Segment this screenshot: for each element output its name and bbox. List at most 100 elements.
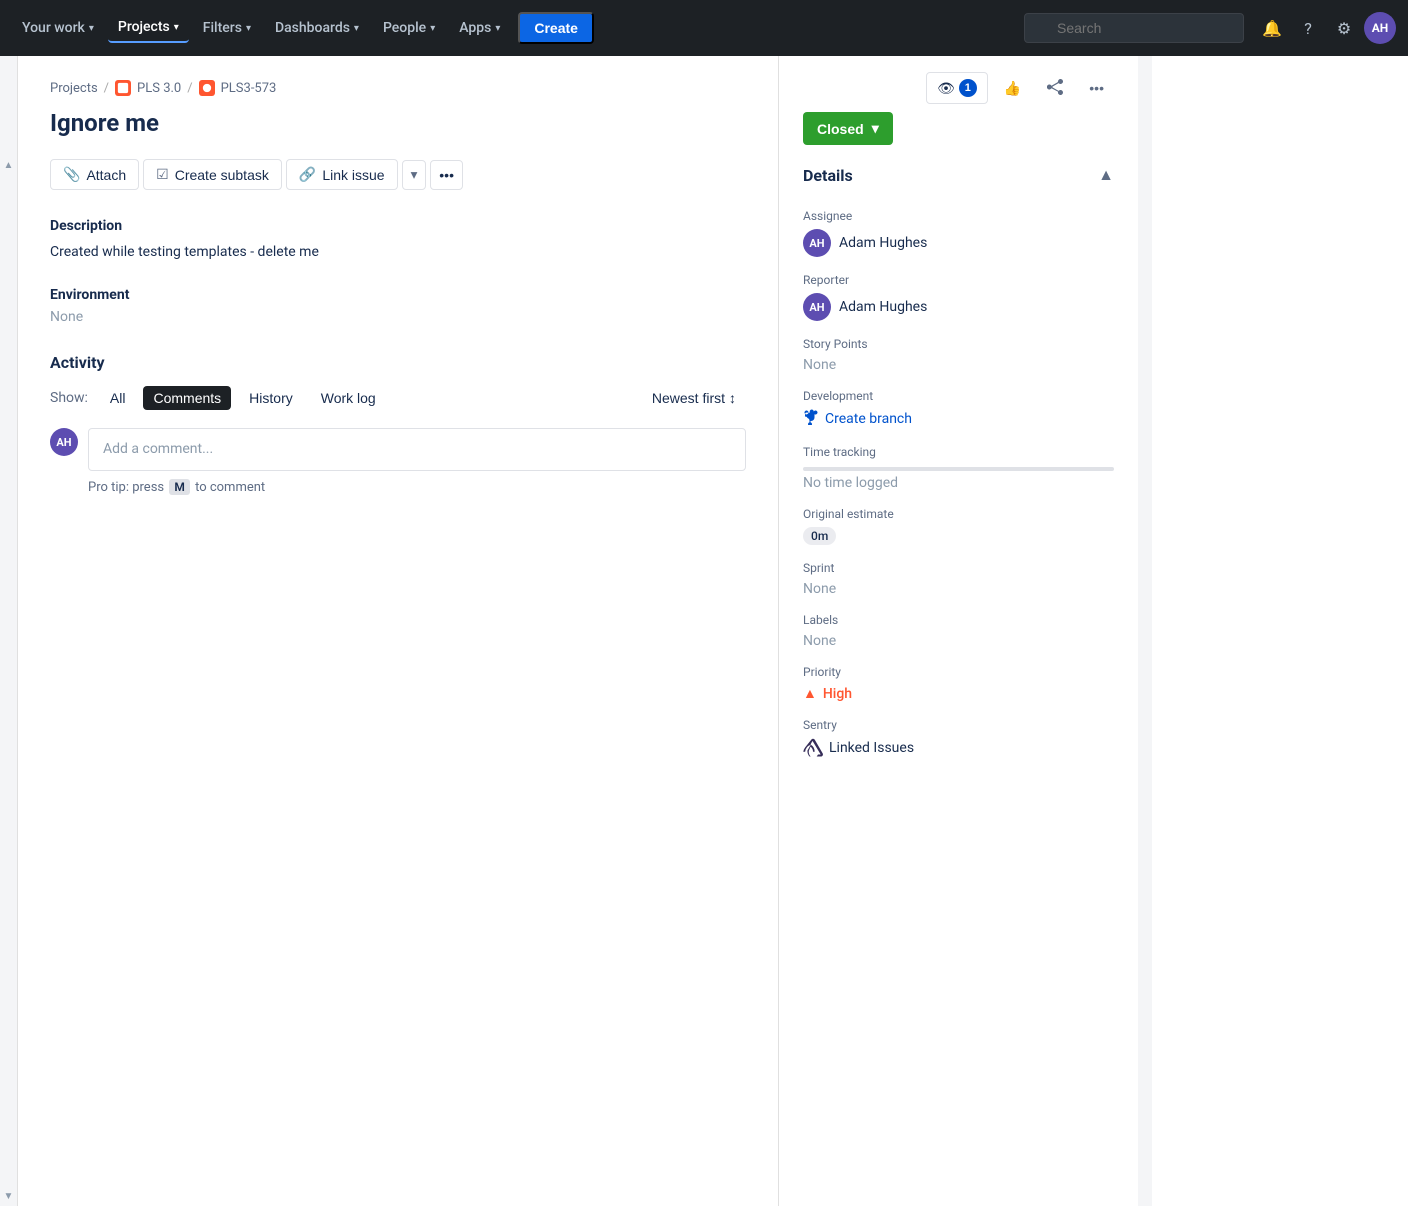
- assignee-name: Adam Hughes: [839, 235, 927, 251]
- story-points-label: Story Points: [803, 337, 1114, 351]
- create-branch-link[interactable]: Create branch: [803, 409, 1114, 429]
- branch-icon: [803, 409, 819, 429]
- labels-label: Labels: [803, 613, 1114, 627]
- environment-section: Environment None: [50, 287, 746, 325]
- attach-label: Attach: [86, 167, 126, 183]
- create-branch-label: Create branch: [825, 411, 912, 427]
- nav-icons: 🔔 ? ⚙ AH: [1256, 12, 1396, 44]
- search-input[interactable]: [1024, 13, 1244, 43]
- user-avatar[interactable]: AH: [1364, 12, 1396, 44]
- filter-all[interactable]: All: [100, 386, 136, 410]
- breadcrumb-projects[interactable]: Projects: [50, 81, 98, 96]
- actions-expand-button[interactable]: ▾: [402, 160, 427, 190]
- breadcrumb-sep-2: /: [187, 81, 192, 96]
- breadcrumb-project-name[interactable]: PLS 3.0: [137, 81, 181, 96]
- comment-avatar: AH: [50, 428, 78, 456]
- assignee-value[interactable]: AH Adam Hughes: [803, 229, 1114, 257]
- nav-your-work-label: Your work: [22, 20, 85, 36]
- nav-projects-chevron: ▾: [174, 22, 179, 33]
- details-header-label: Details: [803, 166, 853, 185]
- scroll-down-arrow[interactable]: ▼: [0, 1187, 17, 1206]
- thumbs-up-button[interactable]: 👍: [994, 74, 1031, 103]
- comment-input[interactable]: Add a comment...: [88, 428, 746, 471]
- actions-more-button[interactable]: •••: [430, 160, 463, 190]
- watch-count: 1: [959, 79, 977, 97]
- create-subtask-button[interactable]: ☑ Create subtask: [143, 159, 282, 190]
- issue-type-icon: [199, 80, 215, 96]
- filter-comments[interactable]: Comments: [143, 386, 231, 410]
- project-icon: [115, 80, 131, 96]
- breadcrumb-issue-key[interactable]: PLS3-573: [221, 81, 277, 96]
- priority-value[interactable]: ▲ High: [803, 685, 1114, 702]
- filter-history[interactable]: History: [239, 386, 303, 410]
- nav-your-work-chevron: ▾: [89, 23, 94, 34]
- priority-text: High: [823, 686, 852, 702]
- sort-icon: ↕: [729, 390, 736, 406]
- watch-icon: 👁: [937, 80, 955, 97]
- priority-label: Priority: [803, 665, 1114, 679]
- breadcrumb-sep-1: /: [104, 81, 109, 96]
- nav-apps[interactable]: Apps ▾: [449, 14, 510, 42]
- settings-button[interactable]: ⚙: [1328, 12, 1360, 44]
- watch-button[interactable]: 👁 1: [926, 72, 988, 104]
- pro-tip: Pro tip: press M to comment: [88, 479, 746, 495]
- share-button[interactable]: [1037, 73, 1073, 104]
- sentry-icon: [803, 738, 823, 758]
- notifications-button[interactable]: 🔔: [1256, 12, 1288, 44]
- activity-filter-row: Show: All Comments History Work log Newe…: [50, 386, 746, 410]
- assignee-avatar: AH: [803, 229, 831, 257]
- pro-tip-after: to comment: [195, 480, 265, 495]
- pro-tip-key: M: [169, 479, 190, 495]
- sprint-field: Sprint None: [803, 561, 1114, 597]
- time-tracking-bar: [803, 467, 1114, 471]
- nav-people[interactable]: People ▾: [373, 14, 445, 42]
- page-layout: ▲ ▼ Projects / PLS 3.0 / PLS3-573 Ignore…: [0, 56, 1408, 1206]
- nav-filters-chevron: ▾: [246, 23, 251, 34]
- sentry-field: Sentry Linked Issues: [803, 718, 1114, 758]
- more-options-button[interactable]: •••: [1079, 74, 1114, 102]
- create-button[interactable]: Create: [518, 12, 594, 44]
- link-issue-button[interactable]: 🔗 Link issue: [286, 159, 398, 190]
- search-wrap: [1024, 13, 1244, 43]
- nav-dashboards[interactable]: Dashboards ▾: [265, 14, 369, 42]
- sprint-value: None: [803, 581, 1114, 597]
- filter-worklog[interactable]: Work log: [311, 386, 386, 410]
- issue-title: Ignore me: [50, 108, 746, 139]
- reporter-field: Reporter AH Adam Hughes: [803, 273, 1114, 321]
- priority-field: Priority ▲ High: [803, 665, 1114, 702]
- link-icon: 🔗: [299, 166, 316, 183]
- assignee-label: Assignee: [803, 209, 1114, 223]
- environment-label: Environment: [50, 287, 746, 303]
- labels-value: None: [803, 633, 1114, 649]
- right-scrollbar: [1138, 56, 1152, 1206]
- labels-field: Labels None: [803, 613, 1114, 649]
- time-tracking-field: Time tracking No time logged: [803, 445, 1114, 491]
- attach-icon: 📎: [63, 166, 80, 183]
- sentry-row[interactable]: Linked Issues: [803, 738, 1114, 758]
- details-header: Details ▲: [803, 165, 1114, 193]
- scroll-up-arrow[interactable]: ▲: [0, 156, 17, 175]
- navbar: Your work ▾ Projects ▾ Filters ▾ Dashboa…: [0, 0, 1408, 56]
- details-collapse-button[interactable]: ▲: [1098, 165, 1114, 185]
- nav-filters[interactable]: Filters ▾: [193, 14, 261, 42]
- reporter-label: Reporter: [803, 273, 1114, 287]
- pro-tip-press: press: [132, 480, 167, 495]
- create-subtask-label: Create subtask: [175, 167, 269, 183]
- story-points-field: Story Points None: [803, 337, 1114, 373]
- newest-first-button[interactable]: Newest first ↕: [642, 386, 746, 410]
- nav-your-work[interactable]: Your work ▾: [12, 14, 104, 42]
- breadcrumb: Projects / PLS 3.0 / PLS3-573: [50, 80, 746, 96]
- status-button[interactable]: Closed ▾: [803, 112, 893, 145]
- share-icon: [1047, 79, 1063, 98]
- attach-button[interactable]: 📎 Attach: [50, 159, 139, 190]
- nav-dashboards-label: Dashboards: [275, 20, 350, 36]
- original-estimate-value: 0m: [803, 527, 836, 545]
- reporter-value[interactable]: AH Adam Hughes: [803, 293, 1114, 321]
- assignee-field: Assignee AH Adam Hughes: [803, 209, 1114, 257]
- status-label: Closed: [817, 121, 864, 137]
- help-button[interactable]: ?: [1292, 12, 1324, 44]
- nav-projects[interactable]: Projects ▾: [108, 13, 189, 43]
- comment-row: AH Add a comment...: [50, 428, 746, 471]
- sprint-label: Sprint: [803, 561, 1114, 575]
- original-estimate-field: Original estimate 0m: [803, 507, 1114, 545]
